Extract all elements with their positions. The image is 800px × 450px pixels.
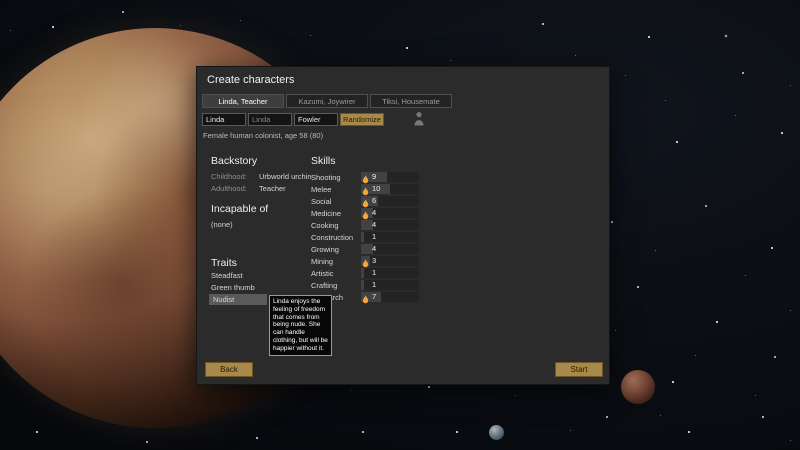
skill-bar: 6	[361, 196, 419, 208]
skill-bar: 3	[361, 256, 419, 268]
skill-level: 10	[372, 184, 381, 193]
skill-row-shooting: Shooting 9	[311, 171, 541, 184]
last-name-input[interactable]	[294, 113, 338, 126]
tab-kazumi-joywirer[interactable]: Kazumi, Joywirer	[286, 94, 368, 108]
skill-name: Artistic	[311, 268, 334, 278]
skill-name: Crafting	[311, 280, 338, 290]
skill-level: 1	[372, 232, 377, 241]
tab-tiksi-housemate[interactable]: Tiksi, Housemate	[370, 94, 452, 108]
skill-bar: 10	[361, 184, 419, 196]
skill-row-crafting: Crafting 1	[311, 279, 541, 291]
passion-flame-icon	[362, 172, 369, 184]
adulthood-label: Adulthood:	[211, 184, 247, 193]
skill-name: Social	[311, 196, 332, 206]
skill-level: 1	[372, 280, 377, 289]
skill-bar: 1	[361, 232, 419, 242]
skill-level: 1	[372, 268, 377, 277]
stars-layer-dim	[0, 0, 1, 1]
skill-bar: 4	[361, 220, 419, 230]
first-name-input[interactable]	[202, 113, 246, 126]
skill-name: Shooting	[311, 172, 341, 182]
skill-name: Mining	[311, 256, 334, 266]
skill-row-medicine: Medicine 4	[311, 207, 541, 220]
small-moon-icon	[489, 425, 504, 440]
start-button[interactable]: Start	[555, 362, 603, 377]
adulthood-value: Teacher	[259, 184, 286, 193]
skill-row-mining: Mining 3	[311, 255, 541, 268]
skill-name: Growing	[311, 244, 339, 254]
skill-bar: 1	[361, 280, 419, 290]
trait-tooltip: Linda enjoys the feeling of freedom that…	[269, 295, 332, 356]
skill-level: 4	[372, 208, 377, 217]
skills-heading: Skills	[311, 155, 336, 167]
nick-name-input[interactable]	[248, 113, 292, 126]
skill-level: 3	[372, 256, 377, 265]
skill-row-cooking: Cooking 4	[311, 219, 541, 231]
moon-icon	[621, 370, 655, 404]
skill-row-melee: Melee 10	[311, 183, 541, 196]
space-background: Create characters Linda, Teacher Kazumi,…	[0, 0, 800, 450]
skill-name: Cooking	[311, 220, 339, 230]
colonist-description: Female human colonist, age 58 (80)	[203, 131, 324, 140]
skill-bar: 4	[361, 208, 419, 220]
skill-row-growing: Growing 4	[311, 243, 541, 255]
incapable-value: (none)	[211, 220, 233, 229]
backstory-heading: Backstory	[211, 155, 258, 167]
skill-name: Medicine	[311, 208, 342, 218]
skill-row-construction: Construction 1	[311, 231, 541, 243]
skill-level: 6	[372, 196, 377, 205]
incapable-heading: Incapable of	[211, 203, 269, 215]
passion-flame-icon	[362, 196, 369, 208]
trait-steadfast: Steadfast	[211, 271, 243, 280]
randomize-button[interactable]: Randomize	[340, 113, 384, 126]
passion-flame-icon	[362, 208, 369, 220]
skill-level: 4	[372, 244, 377, 253]
skill-name: Melee	[311, 184, 332, 194]
traits-heading: Traits	[211, 257, 237, 269]
passion-flame-icon	[362, 256, 369, 268]
skill-level: 4	[372, 220, 377, 229]
skill-level: 9	[372, 172, 377, 181]
skill-row-research: Research 7	[311, 291, 541, 304]
skill-bar: 1	[361, 268, 419, 278]
skill-bar: 4	[361, 244, 419, 254]
childhood-label: Childhood:	[211, 172, 247, 181]
skill-level: 7	[372, 292, 377, 301]
childhood-value: Urbworld urchin	[259, 172, 312, 181]
passion-flame-icon	[362, 184, 369, 196]
back-button[interactable]: Back	[205, 362, 253, 377]
trait-nudist: Nudist	[209, 294, 267, 305]
dialog-title: Create characters	[207, 74, 295, 86]
tab-linda-teacher[interactable]: Linda, Teacher	[202, 94, 284, 108]
skill-bar: 9	[361, 172, 419, 184]
skills-list: Shooting 9 Melee 10 Social 6 Medicine 4 …	[311, 171, 541, 304]
skill-bar: 7	[361, 292, 419, 304]
skill-row-artistic: Artistic 1	[311, 267, 541, 279]
trait-green-thumb: Green thumb	[211, 283, 255, 292]
skill-name: Construction	[311, 232, 354, 242]
passion-flame-icon	[362, 292, 369, 304]
create-characters-dialog: Create characters Linda, Teacher Kazumi,…	[196, 66, 610, 385]
skill-row-social: Social 6	[311, 195, 541, 208]
colonist-portrait-icon	[413, 111, 425, 126]
